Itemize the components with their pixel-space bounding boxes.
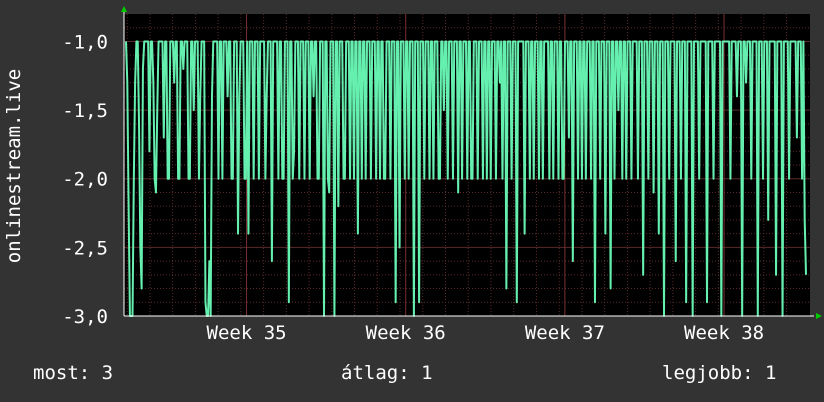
y-tick-label: -3,0 (62, 306, 108, 328)
x-tick-label: Week 35 (207, 322, 287, 344)
y-axis-title: onlinestream.live (3, 69, 25, 263)
current-value: most: 3 (33, 362, 114, 384)
y-tick-label: -1,5 (62, 100, 108, 122)
x-tick-label: Week 37 (525, 322, 605, 344)
x-tick-label: Week 38 (684, 322, 764, 344)
ytick-labels: -1,0 -1,5 -2,0 -2,5 -3,0 (62, 31, 108, 328)
x-tick-label: Week 36 (366, 322, 446, 344)
x-axis-arrow (816, 313, 822, 319)
xtick-labels: Week 35 Week 36 Week 37 Week 38 (207, 322, 765, 344)
y-tick-label: -2,0 (62, 169, 108, 191)
y-tick-label: -1,0 (62, 31, 108, 53)
best-value: legjobb: 1 (662, 362, 777, 384)
y-axis-arrow (121, 6, 127, 12)
y-tick-label: -2,5 (62, 237, 108, 259)
chart: -1,0-1,5-2,0-2,5-3,0 Week 35 Week 36 Week … (3, 6, 822, 344)
average-value: átlag: 1 (341, 362, 433, 384)
